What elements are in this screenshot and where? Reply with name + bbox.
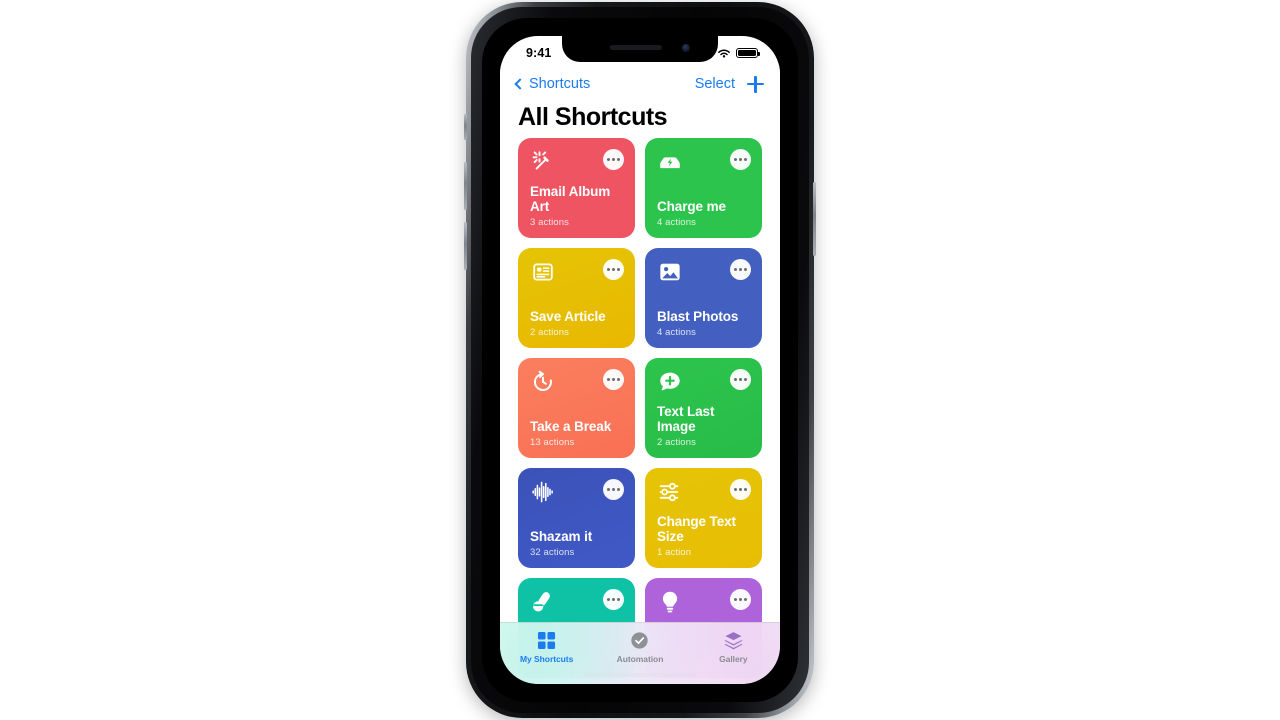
tab-my-shortcuts[interactable]: My Shortcuts — [500, 631, 593, 664]
shortcut-tile[interactable]: Save Article 2 actions — [518, 248, 635, 348]
shortcut-tile-action-count: 4 actions — [657, 217, 696, 228]
timer-icon — [530, 369, 556, 395]
iphone-device-frame: 9:41 Shortcuts Select All Shortcuts Emai… — [464, 2, 816, 718]
grid-squares-icon — [537, 631, 556, 650]
tab-label: My Shortcuts — [520, 654, 574, 664]
shortcut-tile[interactable]: Charge me 4 actions — [645, 138, 762, 238]
screenshot-stage: 9:41 Shortcuts Select All Shortcuts Emai… — [0, 0, 1280, 720]
tab-gallery[interactable]: Gallery — [687, 631, 780, 664]
shortcut-tile-name: Change Text Size — [657, 513, 736, 545]
tab-label: Automation — [616, 654, 664, 664]
shortcut-tile-text: Take a Break 13 actions — [530, 419, 623, 448]
pills-icon — [530, 589, 556, 615]
ellipsis-icon[interactable] — [730, 479, 751, 500]
ellipsis-icon[interactable] — [730, 259, 751, 280]
ellipsis-icon[interactable] — [603, 589, 624, 610]
shortcut-tile[interactable]: Take a Break 13 actions — [518, 358, 635, 458]
status-bar-clock: 9:41 — [526, 46, 552, 60]
shortcut-tile-name: Save Article — [530, 309, 606, 325]
wifi-icon — [718, 49, 730, 58]
page-title: All Shortcuts — [500, 102, 780, 136]
navigation-bar: Shortcuts Select — [500, 66, 780, 102]
shortcuts-scroll-area[interactable]: Email Album Art 3 actions Charge me 4 actio… — [500, 136, 780, 684]
shortcut-tile-text: Email Album Art 3 actions — [530, 184, 623, 228]
device-inner-frame: 9:41 Shortcuts Select All Shortcuts Emai… — [471, 7, 809, 713]
message-plus-icon — [657, 369, 683, 395]
shortcut-tile-action-count: 13 actions — [530, 437, 575, 448]
mute-switch-button[interactable] — [464, 114, 467, 140]
back-button-label: Shortcuts — [529, 76, 591, 92]
shortcut-tile-text: Shazam it 32 actions — [530, 529, 623, 558]
ellipsis-icon[interactable] — [603, 479, 624, 500]
ellipsis-icon[interactable] — [603, 369, 624, 390]
shortcut-tile-name: Blast Photos — [657, 309, 739, 325]
plus-icon[interactable] — [747, 75, 764, 93]
lightbulb-icon — [657, 589, 683, 615]
shortcut-tile-name: Take a Break — [530, 419, 612, 435]
front-camera-icon — [682, 44, 690, 52]
chevron-left-icon — [514, 78, 526, 90]
car-charging-icon — [657, 149, 683, 175]
shortcut-tile-name: Shazam it — [530, 529, 593, 545]
shortcut-tile-action-count: 3 actions — [530, 217, 569, 228]
volume-up-button[interactable] — [464, 162, 467, 210]
shortcut-tile-text: Blast Photos 4 actions — [657, 309, 750, 338]
tab-automation[interactable]: Automation — [593, 631, 686, 664]
shortcut-tile[interactable]: Text Last Image 2 actions — [645, 358, 762, 458]
shortcut-tile-action-count: 4 actions — [657, 327, 696, 338]
battery-full-icon — [736, 47, 761, 59]
ellipsis-icon[interactable] — [603, 149, 624, 170]
shortcut-tile-text: Charge me 4 actions — [657, 199, 750, 228]
ellipsis-icon[interactable] — [603, 259, 624, 280]
ellipsis-icon[interactable] — [730, 149, 751, 170]
shortcut-tile-text: Save Article 2 actions — [530, 309, 623, 338]
shortcut-tile-text: Change Text Size 1 action — [657, 514, 750, 558]
shortcut-tile[interactable]: Email Album Art 3 actions — [518, 138, 635, 238]
shortcut-tile-action-count: 2 actions — [657, 437, 696, 448]
shortcut-tile-name: Charge me — [657, 199, 726, 215]
photo-icon — [657, 259, 683, 285]
shortcut-tile[interactable]: Shazam it 32 actions — [518, 468, 635, 568]
layers-icon — [724, 631, 743, 650]
magic-wand-sparkle-icon — [530, 149, 556, 175]
select-button[interactable]: Select — [695, 76, 735, 92]
clock-check-icon — [630, 631, 649, 650]
navigation-bar-actions: Select — [695, 75, 764, 93]
shortcut-tile-action-count: 32 actions — [530, 547, 575, 558]
shortcut-tile[interactable]: Change Text Size 1 action — [645, 468, 762, 568]
power-button[interactable] — [813, 182, 816, 256]
device-notch — [562, 36, 718, 62]
back-to-shortcuts-button[interactable]: Shortcuts — [514, 76, 591, 92]
ellipsis-icon[interactable] — [730, 369, 751, 390]
shortcuts-grid: Email Album Art 3 actions Charge me 4 actio… — [500, 136, 780, 678]
tab-label: Gallery — [719, 654, 748, 664]
device-bezel: 9:41 Shortcuts Select All Shortcuts Emai… — [482, 18, 798, 702]
shortcut-tile-name: Text Last Image — [657, 403, 715, 435]
audio-waveform-icon — [530, 479, 556, 505]
sliders-icon — [657, 479, 683, 505]
shortcut-tile[interactable]: Blast Photos 4 actions — [645, 248, 762, 348]
shortcut-tile-name: Email Album Art — [530, 183, 611, 215]
device-screen: 9:41 Shortcuts Select All Shortcuts Emai… — [500, 36, 780, 684]
volume-down-button[interactable] — [464, 222, 467, 270]
earpiece-speaker-icon — [609, 45, 662, 50]
news-article-icon — [530, 259, 556, 285]
shortcut-tile-text: Text Last Image 2 actions — [657, 404, 750, 448]
ellipsis-icon[interactable] — [730, 589, 751, 610]
tab-bar: My Shortcuts Automation Gallery — [500, 622, 780, 684]
shortcut-tile-action-count: 2 actions — [530, 327, 569, 338]
shortcut-tile-action-count: 1 action — [657, 547, 692, 558]
